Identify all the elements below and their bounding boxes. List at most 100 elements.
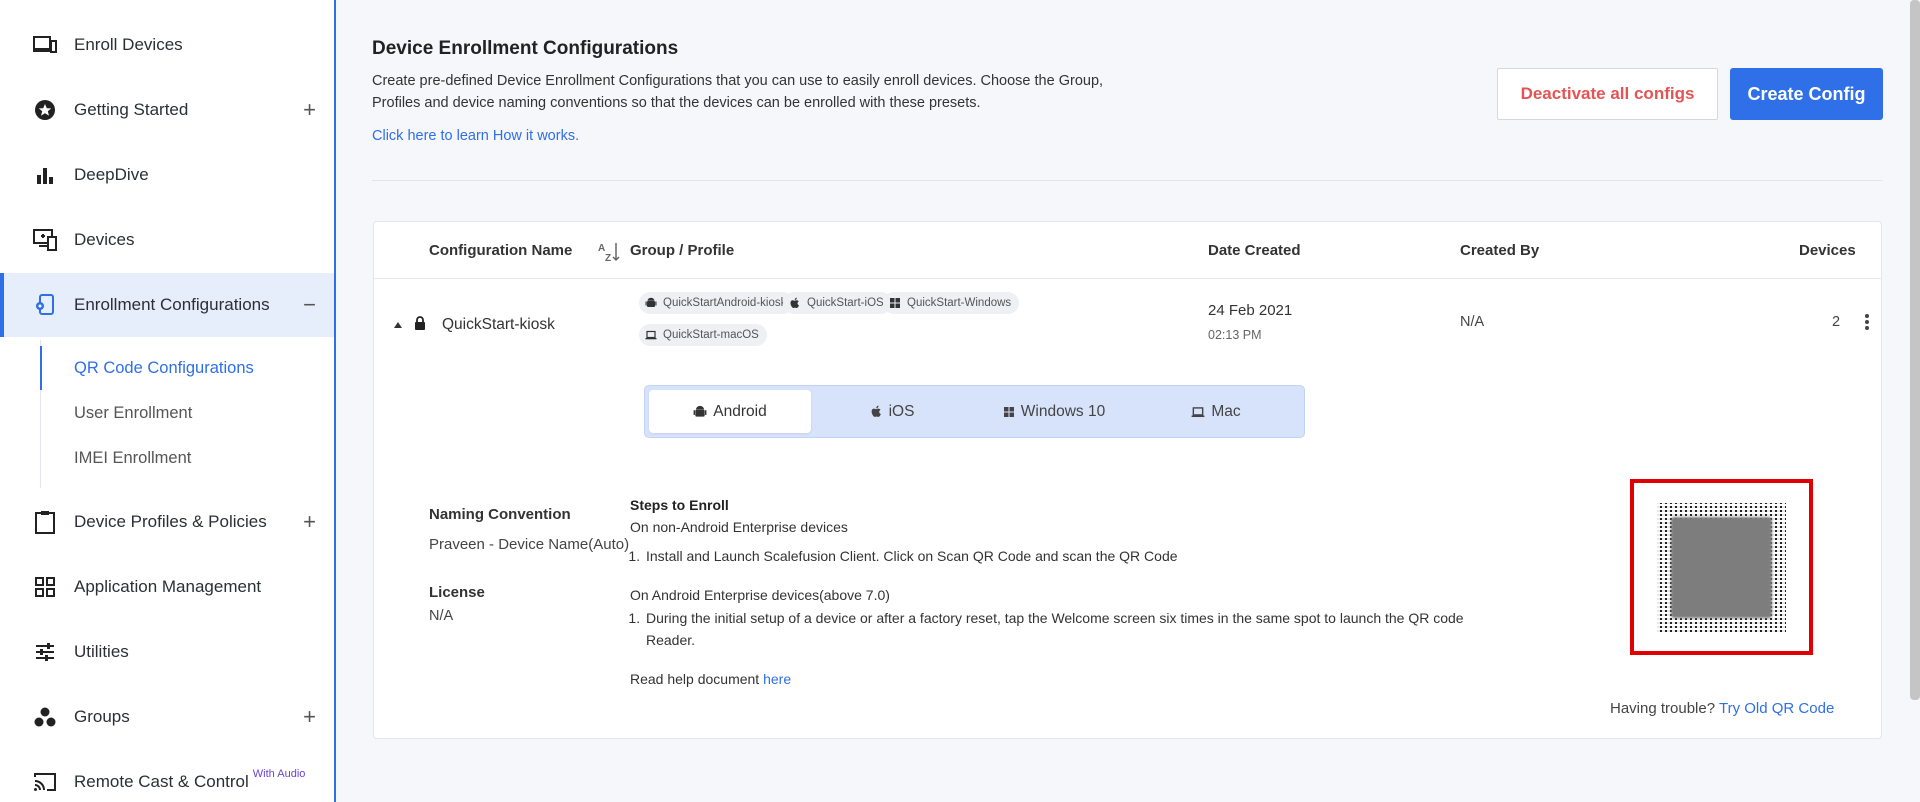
cast-icon [32, 769, 58, 795]
page-description: Create pre-defined Device Enrollment Con… [372, 73, 1104, 111]
sidebar-item-label: Enrollment Configurations [74, 295, 270, 314]
profile-chip: QuickStart-iOS [783, 292, 892, 314]
sidebar-item-label: Devices [74, 230, 135, 249]
sidebar-item-remote-cast[interactable]: Remote Cast & Control With Audio [0, 750, 334, 802]
plus-icon[interactable]: + [303, 97, 316, 123]
sidebar-item-deepdive[interactable]: DeepDive [0, 143, 334, 207]
apple-icon [871, 405, 881, 417]
apple-icon [790, 297, 799, 308]
sidebar-item-application-management[interactable]: Application Management [0, 555, 334, 619]
divider [372, 180, 1882, 181]
grid-icon [32, 574, 58, 600]
windows-icon [1003, 406, 1014, 417]
license-label: License [429, 584, 485, 601]
main-content: Device Enrollment Configurations Create … [336, 0, 1920, 802]
scrollbar[interactable] [1910, 0, 1920, 700]
non-ae-title: On non-Android Enterprise devices [630, 519, 848, 535]
profile-chip-label: QuickStartAndroid-kiosk [663, 297, 787, 309]
minus-icon[interactable]: − [303, 292, 316, 318]
learn-how-link[interactable]: Click here to learn How it works. [372, 128, 579, 144]
sidebar-item-label: Utilities [74, 642, 129, 661]
sidebar-item-devices[interactable]: Devices [0, 208, 334, 272]
profile-chip-label: QuickStart-Windows [907, 297, 1012, 309]
monitor-icon [32, 227, 58, 253]
collapse-caret-icon[interactable] [394, 322, 402, 328]
ae-step: During the initial setup of a device or … [644, 607, 1490, 651]
sidebar-subitem-qr-code-configurations[interactable]: QR Code Configurations [40, 346, 330, 390]
qr-code-blur [1671, 516, 1772, 618]
os-tabs: Android iOS Windows 10 Mac [644, 385, 1305, 438]
column-header-group-profile: Group / Profile [630, 242, 735, 259]
sidebar-item-utilities[interactable]: Utilities [0, 620, 334, 684]
lock-icon [414, 316, 426, 336]
page-title: Device Enrollment Configurations [372, 38, 679, 59]
column-header-date-created: Date Created [1208, 242, 1301, 259]
create-config-button[interactable]: Create Config [1730, 68, 1883, 120]
tab-mac[interactable]: Mac [1135, 390, 1297, 433]
tab-label: Android [713, 402, 767, 420]
devices-count[interactable]: 2 [1832, 314, 1840, 330]
devices-icon [32, 32, 58, 58]
sidebar-item-label: Application Management [74, 577, 262, 596]
naming-convention-label: Naming Convention [429, 506, 571, 523]
profile-chip-label: QuickStart-macOS [663, 329, 759, 341]
sort-az-icon[interactable]: AZ [596, 240, 620, 264]
plus-icon[interactable]: + [303, 704, 316, 730]
sidebar-item-getting-started[interactable]: Getting Started + [0, 78, 334, 142]
date-created: 24 Feb 2021 [1208, 302, 1293, 319]
config-name[interactable]: QuickStart-kiosk [442, 316, 555, 334]
laptop-icon [1191, 406, 1205, 417]
sidebar-item-label: Remote Cast & Control [74, 772, 249, 791]
steps-title: Steps to Enroll [630, 497, 729, 513]
enrollment-icon [32, 292, 58, 318]
sidebar-item-enroll-devices[interactable]: Enroll Devices [0, 13, 334, 77]
qr-trouble-line: Having trouble? Try Old QR Code [1610, 700, 1834, 717]
column-header-configuration-name[interactable]: Configuration Name [429, 242, 572, 259]
sidebar-item-label: Groups [74, 707, 130, 726]
sidebar-item-device-profiles[interactable]: Device Profiles & Policies + [0, 490, 334, 554]
qr-code [1657, 502, 1786, 632]
help-link[interactable]: here [763, 671, 791, 687]
star-icon [32, 97, 58, 123]
tab-ios[interactable]: iOS [811, 390, 973, 433]
plus-icon[interactable]: + [303, 509, 316, 535]
tab-label: iOS [888, 402, 915, 420]
sidebar: Enroll Devices Getting Started + DeepDiv… [0, 0, 336, 802]
sidebar-subitem-user-enrollment[interactable]: User Enrollment [40, 391, 330, 435]
tab-label: Windows 10 [1020, 402, 1106, 420]
license-value: N/A [429, 608, 454, 624]
non-ae-step: Install and Launch Scalefusion Client. C… [644, 545, 1490, 567]
with-audio-badge: With Audio [252, 768, 306, 780]
windows-icon [890, 298, 900, 308]
deactivate-all-button[interactable]: Deactivate all configs [1497, 68, 1718, 120]
more-options-icon[interactable] [1861, 312, 1873, 334]
config-table: Configuration Name AZ Group / Profile Da… [373, 221, 1882, 739]
profile-chip: QuickStart-macOS [639, 324, 767, 346]
help-text: Read help document [630, 671, 760, 687]
svg-text:Z: Z [605, 253, 611, 264]
sidebar-subitem-imei-enrollment[interactable]: IMEI Enrollment [40, 436, 330, 480]
laptop-icon [645, 330, 657, 340]
trouble-text: Having trouble? [1610, 700, 1716, 717]
tab-windows-10[interactable]: Windows 10 [973, 390, 1135, 433]
created-by: N/A [1460, 314, 1485, 330]
tab-label: Mac [1211, 402, 1241, 420]
android-icon [645, 297, 657, 307]
help-document-line: Read help document here [630, 669, 1490, 689]
column-header-devices: Devices [1799, 242, 1856, 259]
ae-title: On Android Enterprise devices(above 7.0) [630, 587, 890, 603]
sidebar-item-enrollment-configurations[interactable]: Enrollment Configurations − [0, 273, 334, 337]
groups-icon [32, 704, 58, 730]
profile-chip: QuickStart-Windows [883, 292, 1020, 314]
sidebar-item-label: Getting Started [74, 100, 189, 119]
try-old-qr-link[interactable]: Try Old QR Code [1719, 700, 1834, 717]
tab-android[interactable]: Android [649, 390, 811, 433]
column-header-created-by: Created By [1460, 242, 1540, 259]
sidebar-item-groups[interactable]: Groups + [0, 685, 334, 749]
qr-highlight-box [1630, 479, 1813, 655]
time-created: 02:13 PM [1208, 328, 1262, 342]
naming-convention-value: Praveen - Device Name(Auto) [429, 536, 630, 553]
sidebar-item-label: Device Profiles & Policies [74, 512, 267, 531]
sidebar-item-label: Enroll Devices [74, 35, 183, 54]
header-divider [374, 278, 1881, 279]
